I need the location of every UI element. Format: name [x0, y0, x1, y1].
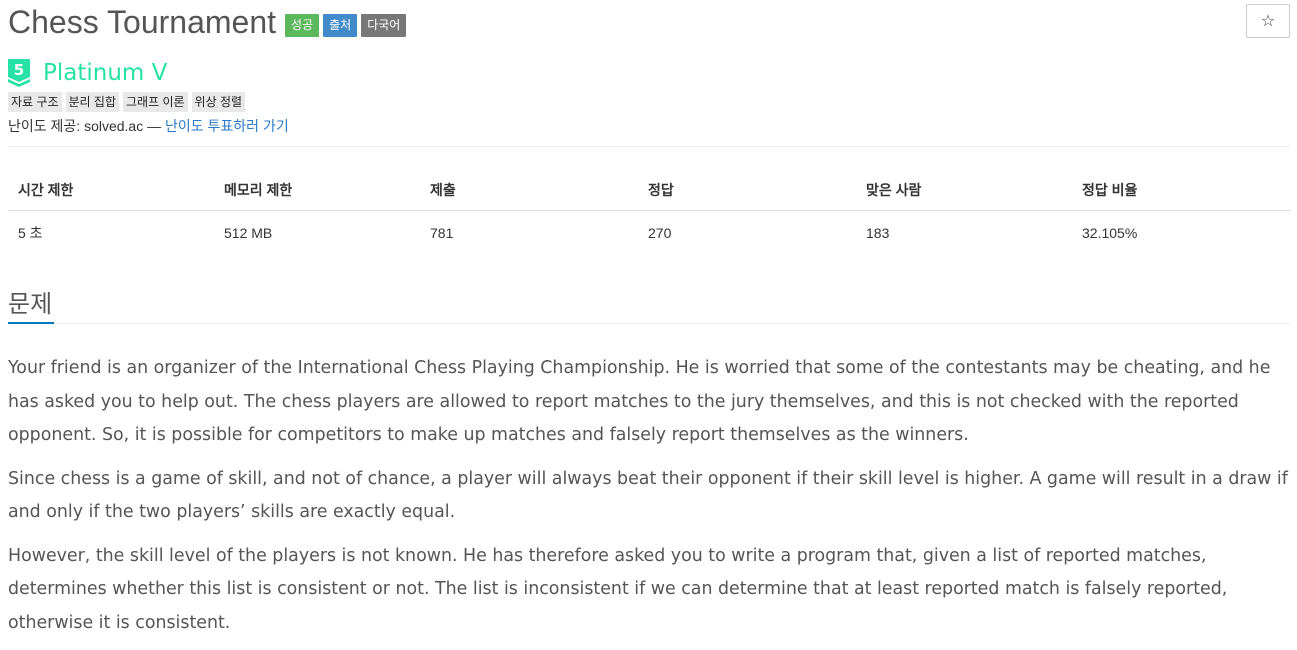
- memory-limit-value: 512 MB: [224, 225, 273, 241]
- tag-graph-theory[interactable]: 그래프 이론: [123, 92, 188, 113]
- table-header-row: 시간 제한 메모리 제한 제출 정답 맞은 사람 정답 비율: [8, 168, 1290, 211]
- star-icon: ☆: [1260, 13, 1276, 30]
- accepted-value[interactable]: 270: [638, 211, 856, 256]
- table-row: 5 초 512 MB 781 270 183 32.105%: [8, 211, 1290, 256]
- provider-text: 난이도 제공: solved.ac —: [8, 118, 165, 134]
- problem-description: Your friend is an organizer of the Inter…: [8, 352, 1290, 650]
- problem-info-table: 시간 제한 메모리 제한 제출 정답 맞은 사람 정답 비율 5 초 512 M…: [8, 168, 1290, 255]
- header-time-limit: 시간 제한: [8, 168, 214, 211]
- problem-page: Chess Tournament 성공 출처 다국어 ☆ 5 Platinum …: [0, 0, 1297, 633]
- badge-source[interactable]: 출처: [323, 14, 358, 37]
- page-title: Chess Tournament: [8, 4, 276, 40]
- badge-multilingual[interactable]: 다국어: [361, 14, 407, 37]
- vote-difficulty-link[interactable]: 난이도 투표하러 가기: [165, 118, 289, 134]
- header-submissions: 제출: [420, 168, 638, 211]
- time-limit-value: 5 초: [18, 225, 43, 241]
- section-underline: [8, 322, 54, 324]
- header-accept-ratio: 정답 비율: [1072, 168, 1290, 211]
- submissions-value[interactable]: 781: [420, 211, 638, 256]
- tag-data-structures[interactable]: 자료 구조: [8, 92, 62, 113]
- tag-disjoint-set[interactable]: 분리 집합: [65, 92, 119, 113]
- accept-ratio-value: 32.105%: [1082, 225, 1138, 241]
- description-paragraph: Since chess is a game of skill, and not …: [8, 468, 1288, 523]
- tier-name: Platinum V: [43, 60, 168, 86]
- tag-list: 자료 구조 분리 집합 그래프 이론 위상 정렬: [8, 92, 249, 113]
- section-title: 문제: [8, 290, 53, 318]
- header-solvers: 맞은 사람: [856, 168, 1072, 211]
- badge-group: 성공 출처 다국어: [285, 14, 410, 37]
- tier-number: 5: [14, 61, 24, 79]
- section-divider: [8, 323, 1290, 324]
- difficulty-provider: 난이도 제공: solved.ac — 난이도 투표하러 가기: [8, 116, 289, 136]
- tier-row[interactable]: 5 Platinum V: [8, 59, 167, 87]
- tag-topological-sort[interactable]: 위상 정렬: [191, 92, 246, 113]
- favorite-button[interactable]: ☆: [1246, 4, 1290, 38]
- badge-success[interactable]: 성공: [285, 14, 320, 37]
- header-accepted: 정답: [638, 168, 856, 211]
- description-paragraph: Your friend is an organizer of the Inter…: [8, 358, 1271, 445]
- solvers-value[interactable]: 183: [856, 211, 1072, 256]
- tier-icon: 5: [8, 59, 30, 87]
- title-row: Chess Tournament 성공 출처 다국어: [8, 4, 410, 41]
- divider: [8, 146, 1290, 147]
- header-memory-limit: 메모리 제한: [214, 168, 420, 211]
- description-paragraph: However, the skill level of the players …: [8, 545, 1228, 633]
